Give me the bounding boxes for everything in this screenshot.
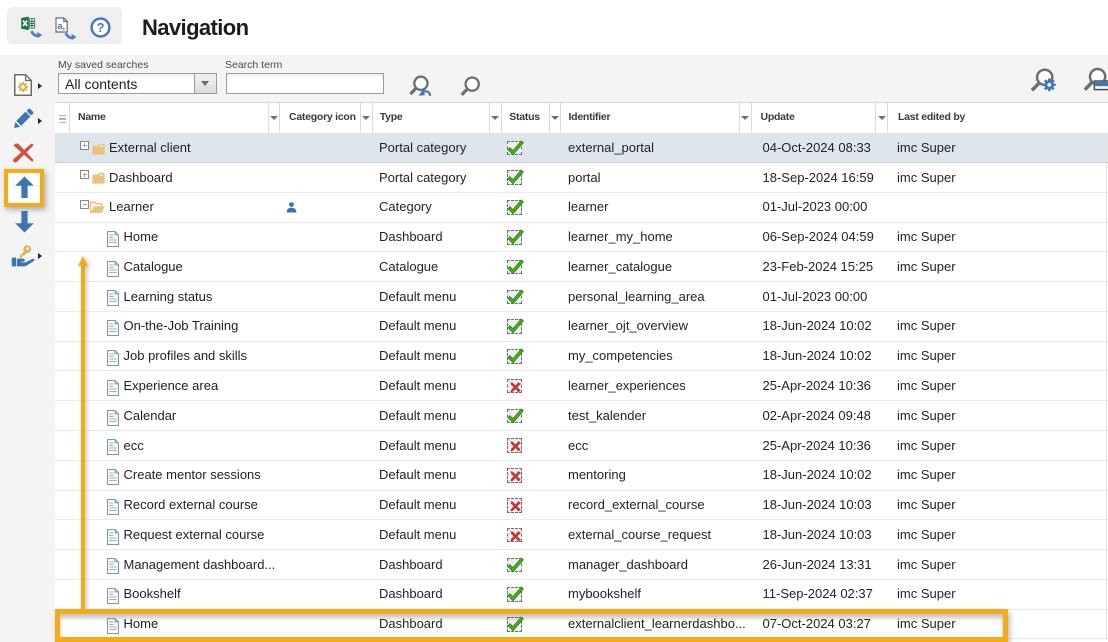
svg-text:a,: a,	[57, 20, 65, 31]
svg-text:?: ?	[96, 21, 104, 35]
